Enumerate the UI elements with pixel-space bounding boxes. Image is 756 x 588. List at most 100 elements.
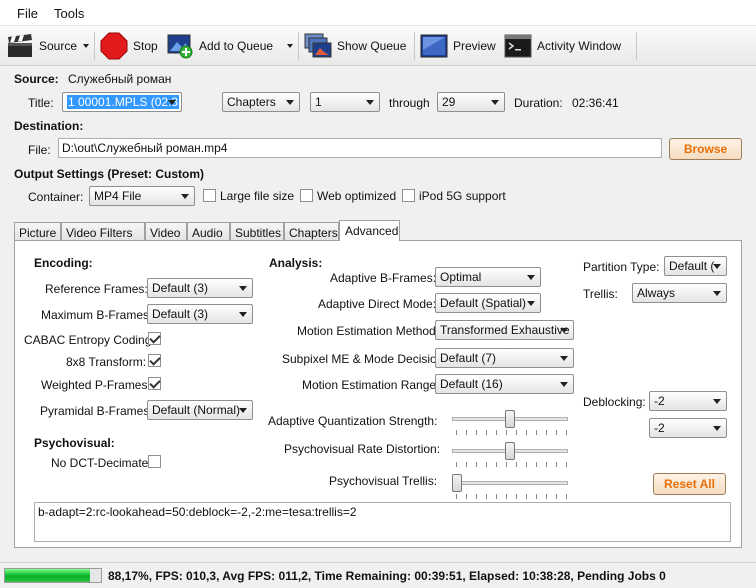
psy-rd-slider-thumb[interactable]: [505, 442, 515, 460]
max-bframes-value: Default (3): [152, 307, 209, 321]
encoding-heading: Encoding:: [34, 256, 93, 270]
adaptive-direct-select[interactable]: Default (Spatial): [435, 293, 541, 313]
analysis-heading: Analysis:: [269, 256, 323, 270]
tab-picture[interactable]: Picture: [14, 222, 61, 241]
toolbar: Source Stop Add to Queue Show Queue Prev…: [0, 26, 756, 66]
chapter-end-value: 29: [442, 95, 456, 109]
title-select[interactable]: 1 00001.MPLS (02:3: [62, 92, 182, 112]
stop-button-label: Stop: [133, 39, 158, 53]
source-heading: Source:: [14, 72, 59, 86]
pyramidal-bframes-label: Pyramidal B-Frames:: [40, 404, 153, 418]
show-queue-button[interactable]: Show Queue: [304, 30, 406, 62]
chapter-end-select[interactable]: 29: [437, 92, 505, 112]
me-range-value: Default (16): [440, 377, 503, 391]
destination-heading: Destination:: [14, 119, 84, 133]
psy-rd-ticks: [456, 462, 568, 467]
deblock-strength-value: -2: [654, 394, 665, 408]
title-select-value: 1 00001.MPLS (02:3: [67, 95, 180, 109]
x264-query-textarea[interactable]: b-adapt=2:rc-lookahead=50:deblock=-2,-2:…: [34, 502, 731, 542]
chevron-down-icon[interactable]: [287, 44, 294, 48]
status-text: 88,17%, FPS: 010,3, Avg FPS: 011,2, Time…: [108, 569, 666, 583]
browse-button[interactable]: Browse: [669, 138, 742, 160]
menu-tools[interactable]: Tools: [54, 6, 84, 21]
duration-label: Duration:: [514, 96, 563, 110]
cabac-checkbox[interactable]: [148, 332, 161, 345]
me-method-value: Transformed Exhaustive: [440, 323, 570, 337]
me-method-select[interactable]: Transformed Exhaustive: [435, 320, 574, 340]
psy-trellis-slider-thumb[interactable]: [452, 474, 462, 492]
no-dct-checkbox[interactable]: [148, 455, 161, 468]
adaptive-direct-value: Default (Spatial): [440, 296, 527, 310]
tab-video[interactable]: Video: [145, 222, 187, 241]
deblock-threshold-value: -2: [654, 421, 665, 435]
chapter-start-value: 1: [315, 95, 322, 109]
chapter-start-select[interactable]: 1: [310, 92, 380, 112]
deblock-threshold-select[interactable]: -2: [649, 418, 727, 438]
psy-trellis-ticks: [456, 494, 568, 499]
add-to-queue-button[interactable]: Add to Queue: [166, 30, 294, 62]
psy-trellis-slider[interactable]: [452, 481, 568, 485]
status-bar: 88,17%, FPS: 010,3, Avg FPS: 011,2, Time…: [0, 562, 756, 588]
trellis-value: Always: [637, 286, 676, 300]
me-range-select[interactable]: Default (16): [435, 374, 574, 394]
me-range-label: Motion Estimation Range:: [302, 378, 440, 392]
activity-window-button[interactable]: Activity Window: [504, 30, 621, 62]
reset-all-button[interactable]: Reset All: [653, 473, 726, 495]
range-type-value: Chapters: [227, 95, 276, 109]
tab-advanced[interactable]: Advanced: [339, 220, 400, 241]
pyramidal-bframes-select[interactable]: Default (Normal): [147, 400, 253, 420]
range-type-select[interactable]: Chapters: [222, 92, 300, 112]
adaptive-bframes-select[interactable]: Optimal: [435, 267, 541, 287]
subpixel-me-value: Default (7): [440, 351, 497, 365]
partition-type-select[interactable]: Default (: [664, 256, 727, 276]
ipod-label: iPod 5G support: [419, 189, 506, 203]
tab-video-filters[interactable]: Video Filters: [61, 222, 145, 241]
ref-frames-select[interactable]: Default (3): [147, 278, 253, 298]
deblock-strength-select[interactable]: -2: [649, 391, 727, 411]
cabac-label: CABAC Entropy Coding:: [24, 333, 155, 347]
aq-strength-slider-thumb[interactable]: [505, 410, 515, 428]
source-button-label: Source: [39, 39, 78, 53]
tab-audio[interactable]: Audio: [187, 222, 230, 241]
large-file-label: Large file size: [220, 189, 295, 203]
add-to-queue-label: Add to Queue: [199, 39, 274, 53]
weighted-pframes-checkbox[interactable]: [148, 377, 161, 390]
menu-bar: File Tools: [0, 0, 756, 26]
me-method-label: Motion Estimation Method:: [297, 324, 440, 338]
trellis-select[interactable]: Always: [632, 283, 727, 303]
destination-file-input[interactable]: D:\out\Служебный роман.mp4: [58, 138, 662, 158]
preview-button[interactable]: Preview: [420, 30, 496, 62]
adaptive-bframes-value: Optimal: [440, 270, 482, 284]
tab-chapters[interactable]: Chapters: [284, 222, 339, 241]
encode-progress-bar: [4, 568, 102, 583]
ref-frames-value: Default (3): [152, 281, 209, 295]
source-name: Служебный роман: [68, 72, 172, 86]
tab-subtitles[interactable]: Subtitles: [230, 222, 284, 241]
clapperboard-icon: [8, 34, 32, 57]
preview-icon: [420, 34, 448, 58]
container-select[interactable]: MP4 File: [89, 186, 195, 206]
deblocking-label: Deblocking:: [583, 395, 646, 409]
preview-label: Preview: [453, 39, 496, 53]
large-file-checkbox[interactable]: [203, 189, 216, 202]
max-bframes-label: Maximum B-Frames:: [41, 308, 153, 322]
ipod-checkbox[interactable]: [402, 189, 415, 202]
terminal-icon: [504, 34, 532, 58]
source-button[interactable]: Source: [6, 30, 90, 62]
max-bframes-select[interactable]: Default (3): [147, 304, 253, 324]
transform-8x8-checkbox[interactable]: [148, 354, 161, 367]
ref-frames-label: Reference Frames:: [45, 282, 148, 296]
menu-file[interactable]: File: [17, 6, 38, 21]
stop-button[interactable]: Stop: [100, 30, 158, 62]
output-settings-heading: Output Settings (Preset: Custom): [14, 167, 205, 181]
trellis-label: Trellis:: [583, 287, 618, 301]
web-optimized-checkbox[interactable]: [300, 189, 313, 202]
adaptive-bframes-label: Adaptive B-Frames:: [330, 271, 437, 285]
chevron-down-icon[interactable]: [83, 44, 90, 48]
stop-icon: [100, 32, 128, 60]
encode-progress-fill: [5, 569, 90, 582]
show-queue-label: Show Queue: [337, 39, 407, 53]
activity-window-label: Activity Window: [537, 39, 622, 53]
weighted-pframes-label: Weighted P-Frames:: [41, 378, 151, 392]
subpixel-me-select[interactable]: Default (7): [435, 348, 574, 368]
